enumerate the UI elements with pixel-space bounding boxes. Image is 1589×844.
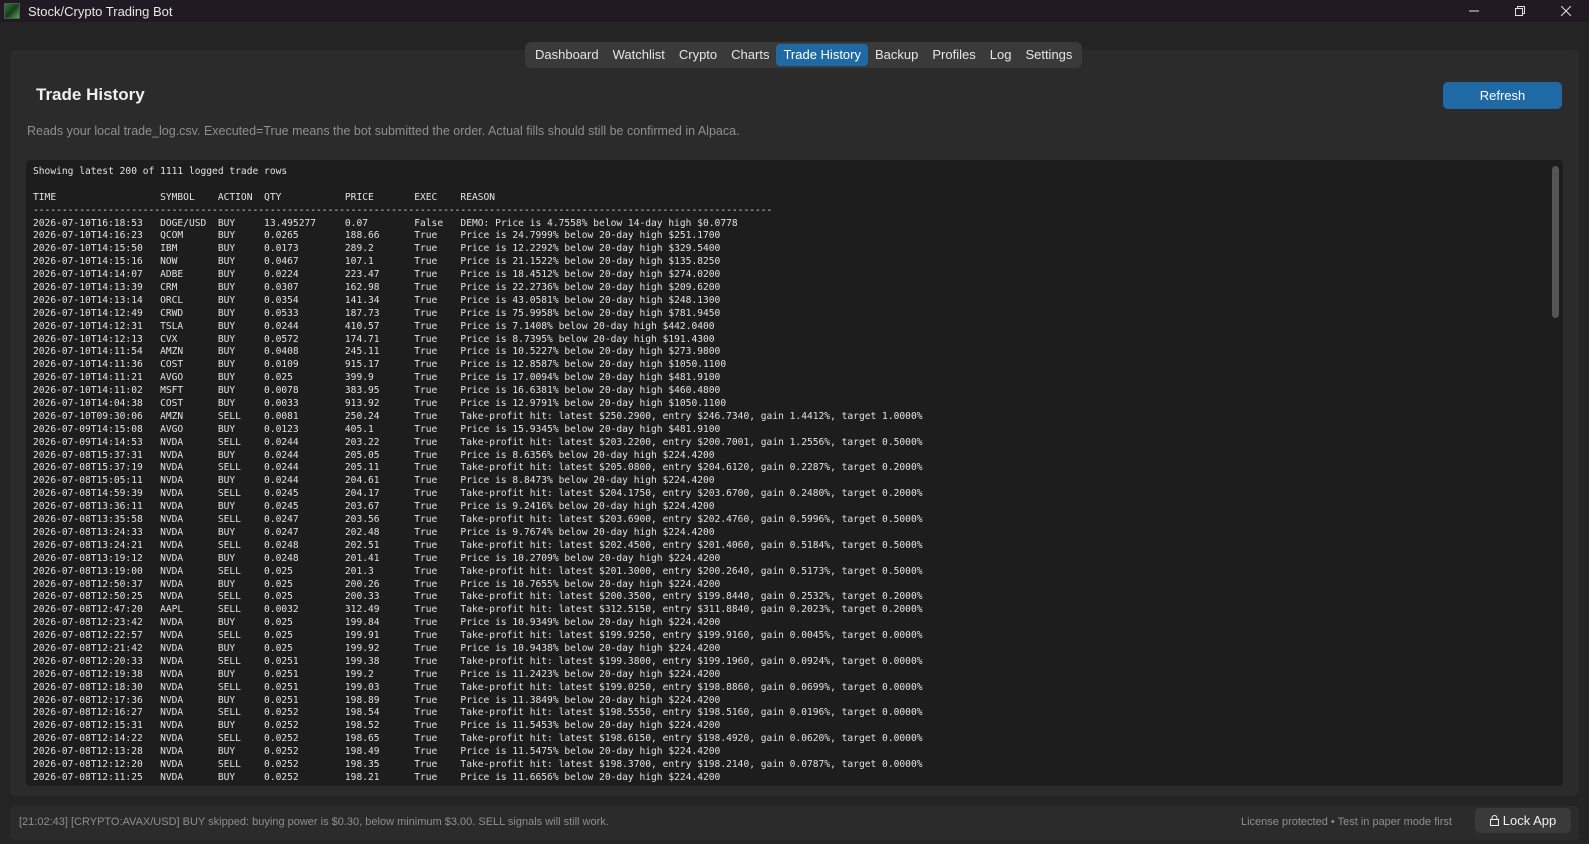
table-row: 2026-07-08T12:17:36 NVDA BUY 0.0251 198.…	[33, 694, 721, 706]
tab-settings[interactable]: Settings	[1018, 44, 1079, 66]
window-title: Stock/Crypto Trading Bot	[28, 3, 173, 19]
table-row: 2026-07-10T09:30:06 AMZN SELL 0.0081 250…	[33, 410, 923, 422]
close-icon[interactable]	[1543, 0, 1589, 22]
table-row: 2026-07-08T12:15:31 NVDA BUY 0.0252 198.…	[33, 720, 721, 732]
table-row: 2026-07-08T13:36:11 NVDA BUY 0.0245 203.…	[33, 501, 715, 513]
tab-watchlist[interactable]: Watchlist	[606, 44, 672, 66]
table-row: 2026-07-08T15:05:11 NVDA BUY 0.0244 204.…	[33, 475, 715, 487]
table-row: 2026-07-10T14:11:21 AVGO BUY 0.025 399.9…	[33, 372, 721, 384]
table-row: 2026-07-10T14:12:13 CVX BUY 0.0572 174.7…	[33, 333, 715, 345]
table-row: 2026-07-08T13:24:33 NVDA BUY 0.0247 202.…	[33, 526, 715, 538]
license-notice: License protected • Test in paper mode f…	[1241, 816, 1452, 828]
tab-charts[interactable]: Charts	[724, 44, 776, 66]
table-row: 2026-07-08T13:24:21 NVDA SELL 0.0248 202…	[33, 539, 923, 551]
tab-crypto[interactable]: Crypto	[672, 44, 724, 66]
status-message: [21:02:43] [CRYPTO:AVAX/USD] BUY skipped…	[19, 816, 609, 828]
table-row: 2026-07-10T16:18:53 DOGE/USD BUY 13.4952…	[33, 217, 738, 229]
table-row: 2026-07-10T14:04:38 COST BUY 0.0033 913.…	[33, 398, 727, 410]
status-bar: [21:02:43] [CRYPTO:AVAX/USD] BUY skipped…	[10, 806, 1579, 840]
table-row: 2026-07-08T12:50:25 NVDA SELL 0.025 200.…	[33, 591, 923, 603]
tab-dashboard[interactable]: Dashboard	[528, 44, 606, 66]
tab-trade-history[interactable]: Trade History	[776, 44, 868, 66]
table-row: 2026-07-08T12:20:33 NVDA SELL 0.0251 199…	[33, 655, 923, 667]
app-logo-icon	[4, 3, 20, 19]
tab-backup[interactable]: Backup	[868, 44, 925, 66]
table-row: 2026-07-10T14:16:23 QCOM BUY 0.0265 188.…	[33, 230, 721, 242]
lock-app-button[interactable]: Lock App	[1475, 808, 1571, 833]
refresh-button[interactable]: Refresh	[1443, 82, 1562, 109]
restore-icon[interactable]	[1497, 0, 1543, 22]
table-row: 2026-07-10T14:11:36 COST BUY 0.0109 915.…	[33, 359, 727, 371]
table-row: 2026-07-10T14:13:39 CRM BUY 0.0307 162.9…	[33, 282, 721, 294]
table-row: 2026-07-08T12:16:27 NVDA SELL 0.0252 198…	[33, 707, 923, 719]
tab-log[interactable]: Log	[983, 44, 1019, 66]
log-header-row: TIME SYMBOL ACTION QTY PRICE EXEC REASON	[33, 191, 496, 203]
log-summary: Showing latest 200 of 1111 logged trade …	[33, 166, 288, 177]
trade-log-content: Showing latest 200 of 1111 logged trade …	[33, 166, 1543, 785]
table-row: 2026-07-10T14:11:02 MSFT BUY 0.0078 383.…	[33, 385, 721, 397]
table-row: 2026-07-08T12:22:57 NVDA SELL 0.025 199.…	[33, 630, 923, 642]
table-row: 2026-07-09T14:15:08 AVGO BUY 0.0123 405.…	[33, 423, 721, 435]
table-row: 2026-07-10T14:15:50 IBM BUY 0.0173 289.2…	[33, 243, 721, 255]
table-row: 2026-07-08T12:12:20 NVDA SELL 0.0252 198…	[33, 758, 923, 770]
log-separator: ----------------------------------------…	[33, 204, 773, 216]
tab-bar: Dashboard Watchlist Crypto Charts Trade Hist…	[525, 42, 1083, 68]
table-row: 2026-07-10T14:14:07 ADBE BUY 0.0224 223.…	[33, 269, 721, 281]
table-row: 2026-07-08T12:21:42 NVDA BUY 0.025 199.9…	[33, 642, 721, 654]
table-row: 2026-07-10T14:11:54 AMZN BUY 0.0408 245.…	[33, 346, 721, 358]
minimize-icon[interactable]	[1451, 0, 1497, 22]
table-row: 2026-07-08T13:19:00 NVDA SELL 0.025 201.…	[33, 565, 923, 577]
table-row: 2026-07-08T13:35:58 NVDA SELL 0.0247 203…	[33, 514, 923, 526]
table-row: 2026-07-08T12:47:20 AAPL SELL 0.0032 312…	[33, 604, 923, 616]
table-row: 2026-07-10T14:12:31 TSLA BUY 0.0244 410.…	[33, 320, 715, 332]
table-row: 2026-07-08T14:59:39 NVDA SELL 0.0245 204…	[33, 488, 923, 500]
table-row: 2026-07-10T14:12:49 CRWD BUY 0.0533 187.…	[33, 307, 721, 319]
window-controls	[1451, 0, 1589, 22]
table-row: 2026-07-08T12:14:22 NVDA SELL 0.0252 198…	[33, 733, 923, 745]
table-row: 2026-07-08T13:19:12 NVDA BUY 0.0248 201.…	[33, 552, 721, 564]
table-row: 2026-07-08T12:13:28 NVDA BUY 0.0252 198.…	[33, 746, 721, 758]
table-row: 2026-07-08T12:11:25 NVDA BUY 0.0252 198.…	[33, 771, 721, 783]
trade-log-textbox[interactable]: Showing latest 200 of 1111 logged trade …	[26, 160, 1563, 786]
table-row: 2026-07-10T14:13:14 ORCL BUY 0.0354 141.…	[33, 294, 721, 306]
table-row: 2026-07-08T12:23:42 NVDA BUY 0.025 199.8…	[33, 617, 721, 629]
table-row: 2026-07-08T12:18:30 NVDA SELL 0.0251 199…	[33, 681, 923, 693]
table-row: 2026-07-09T14:14:53 NVDA SELL 0.0244 203…	[33, 436, 923, 448]
table-row: 2026-07-10T14:15:16 NOW BUY 0.0467 107.1…	[33, 256, 721, 268]
table-row: 2026-07-08T15:37:31 NVDA BUY 0.0244 205.…	[33, 449, 715, 461]
lock-app-label: Lock App	[1502, 813, 1557, 828]
table-row: 2026-07-08T12:19:38 NVDA BUY 0.0251 199.…	[33, 668, 721, 680]
table-row: 2026-07-08T12:50:37 NVDA BUY 0.025 200.2…	[33, 578, 721, 590]
page-title: Trade History	[36, 85, 145, 104]
lock-icon	[1489, 815, 1499, 826]
scrollbar-thumb[interactable]	[1552, 166, 1559, 318]
log-blank-line	[33, 179, 1543, 192]
title-bar: Stock/Crypto Trading Bot	[0, 0, 1589, 22]
page-subtitle: Reads your local trade_log.csv. Executed…	[27, 124, 740, 138]
tab-profiles[interactable]: Profiles	[925, 44, 982, 66]
table-row: 2026-07-08T15:37:19 NVDA SELL 0.0244 205…	[33, 462, 923, 474]
log-scrollbar[interactable]	[1551, 164, 1559, 782]
